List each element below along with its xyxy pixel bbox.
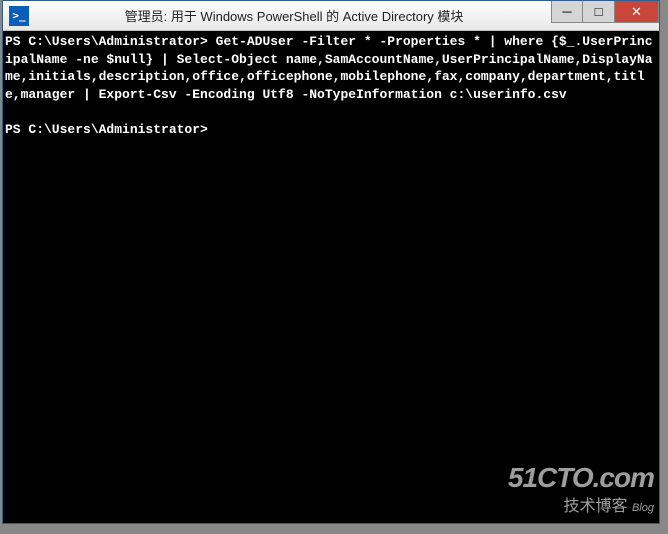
minimize-button[interactable]: ─ [551,1,583,23]
powershell-icon: >_ [9,6,29,26]
terminal-body[interactable]: PS C:\Users\Administrator> Get-ADUser -F… [3,31,659,523]
prompt-1: PS C:\Users\Administrator> [5,34,208,49]
powershell-window: >_ 管理员: 用于 Windows PowerShell 的 Active D… [2,0,660,524]
window-controls: ─ □ ✕ [551,1,659,23]
close-button[interactable]: ✕ [615,1,659,23]
maximize-button[interactable]: □ [583,1,615,23]
titlebar[interactable]: >_ 管理员: 用于 Windows PowerShell 的 Active D… [3,1,659,31]
prompt-2: PS C:\Users\Administrator> [5,122,216,137]
